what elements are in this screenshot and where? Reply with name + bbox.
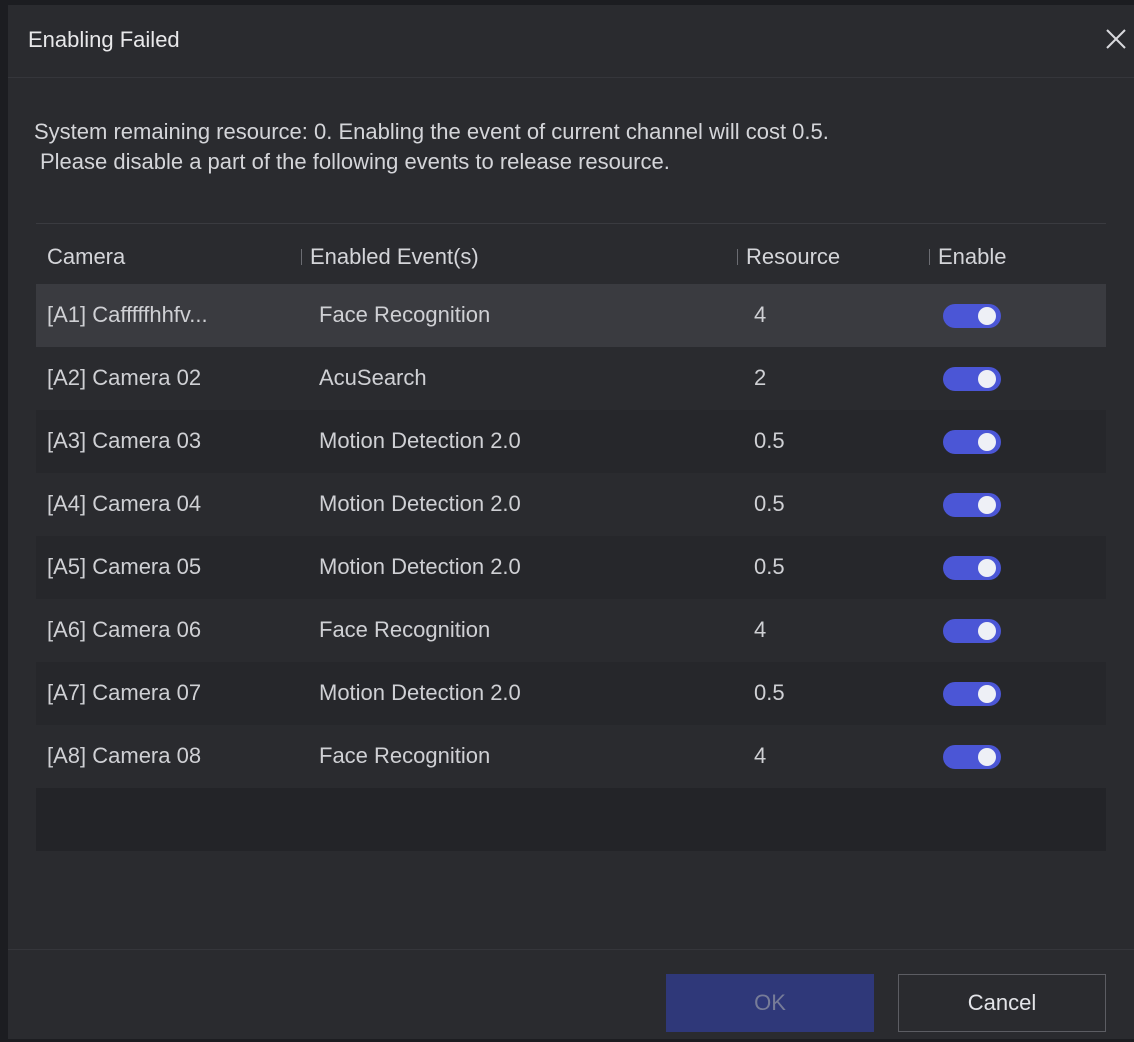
event-cell: AcuSearch (319, 365, 427, 390)
event-cell: Motion Detection 2.0 (319, 680, 521, 705)
dialog-titlebar: Enabling Failed (8, 5, 1134, 78)
table-row[interactable]: [A3] Camera 03 Motion Detection 2.0 0.5 (36, 410, 1106, 473)
column-header-enabled-events[interactable]: Enabled Event(s) (301, 244, 479, 270)
enable-toggle[interactable] (943, 367, 1001, 391)
resource-cell: 4 (754, 617, 767, 642)
resource-cell: 0.5 (754, 428, 785, 453)
toggle-knob (978, 433, 996, 451)
table-row[interactable]: [A6] Camera 06 Face Recognition 4 (36, 599, 1106, 662)
column-separator (737, 249, 738, 265)
event-cell: Motion Detection 2.0 (319, 491, 521, 516)
event-cell: Motion Detection 2.0 (319, 554, 521, 579)
table-row[interactable]: [A7] Camera 07 Motion Detection 2.0 0.5 (36, 662, 1106, 725)
toggle-knob (978, 496, 996, 514)
enable-toggle[interactable] (943, 430, 1001, 454)
message-line-1: System remaining resource: 0. Enabling t… (34, 119, 829, 144)
enable-toggle[interactable] (943, 745, 1001, 769)
table-row[interactable]: [A4] Camera 04 Motion Detection 2.0 0.5 (36, 473, 1106, 536)
enabling-failed-dialog: Enabling Failed System remaining resourc… (8, 5, 1134, 1039)
resource-cell: 0.5 (754, 554, 785, 579)
error-message: System remaining resource: 0. Enabling t… (34, 117, 1124, 177)
column-header-enable[interactable]: Enable (929, 244, 1007, 270)
table-row[interactable]: [A8] Camera 08 Face Recognition 4 (36, 725, 1106, 788)
empty-table-row (36, 788, 1106, 851)
camera-cell: [A4] Camera 04 (47, 491, 202, 516)
camera-cell: [A2] Camera 02 (47, 365, 202, 390)
message-line-2: Please disable a part of the following e… (40, 149, 670, 174)
enable-toggle[interactable] (943, 619, 1001, 643)
events-table: Camera Enabled Event(s) Resource Enable … (36, 223, 1106, 851)
enable-toggle[interactable] (943, 304, 1001, 328)
camera-cell: [A8] Camera 08 (47, 743, 202, 768)
event-cell: Motion Detection 2.0 (319, 428, 521, 453)
camera-cell: [A7] Camera 07 (47, 680, 202, 705)
camera-cell: [A5] Camera 05 (47, 554, 202, 579)
table-row[interactable]: [A5] Camera 05 Motion Detection 2.0 0.5 (36, 536, 1106, 599)
column-separator (929, 249, 930, 265)
enable-toggle[interactable] (943, 493, 1001, 517)
cancel-button[interactable]: Cancel (898, 974, 1106, 1032)
column-separator (301, 249, 302, 265)
dialog-footer: OK Cancel (8, 949, 1134, 1040)
resource-cell: 0.5 (754, 491, 785, 516)
camera-cell: [A6] Camera 06 (47, 617, 202, 642)
toggle-knob (978, 559, 996, 577)
resource-cell: 4 (754, 302, 767, 327)
column-header-resource[interactable]: Resource (737, 244, 840, 270)
toggle-knob (978, 622, 996, 640)
resource-cell: 0.5 (754, 680, 785, 705)
enable-toggle[interactable] (943, 556, 1001, 580)
toggle-knob (978, 685, 996, 703)
column-header-camera[interactable]: Camera (47, 244, 125, 270)
table-row[interactable]: [A2] Camera 02 AcuSearch 2 (36, 347, 1106, 410)
close-icon (1106, 29, 1126, 49)
toggle-knob (978, 370, 996, 388)
table-row[interactable]: [A1] Cafffffhhfv... Face Recognition 4 (36, 284, 1106, 347)
table-header: Camera Enabled Event(s) Resource Enable (36, 224, 1106, 284)
event-cell: Face Recognition (319, 743, 491, 768)
event-cell: Face Recognition (319, 617, 491, 642)
event-cell: Face Recognition (319, 302, 491, 327)
resource-cell: 2 (754, 365, 767, 390)
ok-button[interactable]: OK (666, 974, 874, 1032)
enable-toggle[interactable] (943, 682, 1001, 706)
camera-cell: [A3] Camera 03 (47, 428, 202, 453)
camera-cell: [A1] Cafffffhhfv... (47, 302, 208, 327)
resource-cell: 4 (754, 743, 767, 768)
toggle-knob (978, 307, 996, 325)
toggle-knob (978, 748, 996, 766)
close-button[interactable] (1100, 23, 1132, 55)
dialog-title: Enabling Failed (28, 27, 180, 52)
